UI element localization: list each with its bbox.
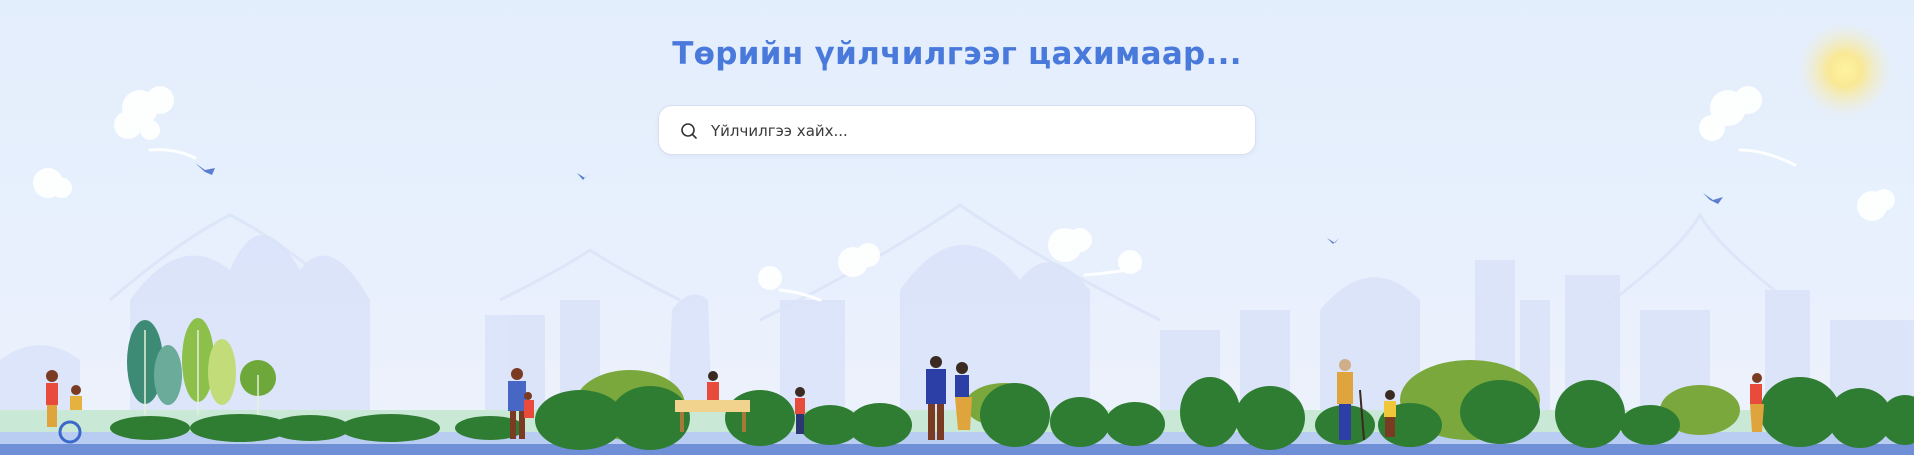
page-title: Төрийн үйлчилгээг цахимаар... (672, 36, 1242, 72)
hero-banner: Төрийн үйлчилгээг цахимаар... (0, 0, 1914, 455)
search-box[interactable] (658, 105, 1256, 156)
search-input[interactable] (709, 106, 1243, 156)
search-icon (681, 123, 697, 139)
bird-icon (195, 163, 1723, 244)
